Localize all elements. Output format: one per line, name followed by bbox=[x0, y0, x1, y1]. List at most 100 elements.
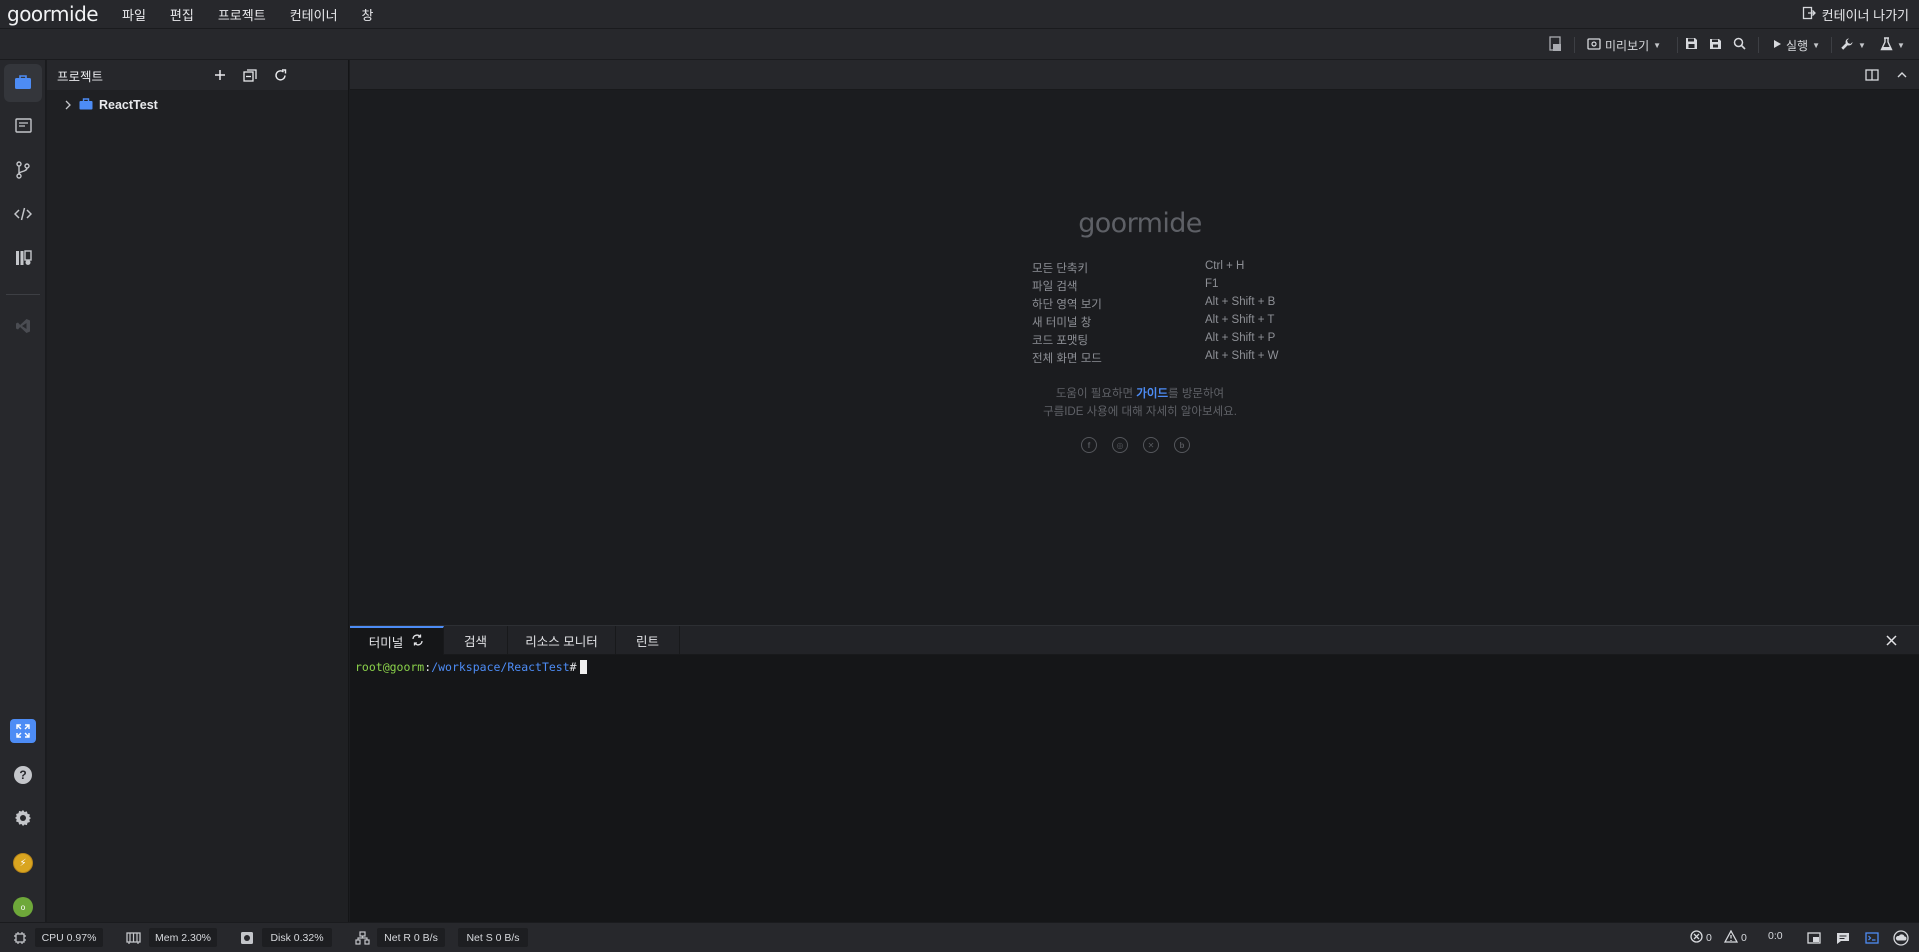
chevron-up-icon[interactable] bbox=[1896, 69, 1908, 84]
tab-label: 리소스 모니터 bbox=[525, 635, 598, 649]
test-tools-button[interactable]: ▼ bbox=[1880, 34, 1905, 56]
tree-item-reacttest[interactable]: ReactTest bbox=[63, 95, 158, 115]
activity-project[interactable] bbox=[4, 64, 42, 102]
activity-user[interactable]: o bbox=[4, 888, 42, 926]
save-button[interactable] bbox=[1685, 34, 1698, 56]
terminal-path: /workspace/ReactTest bbox=[431, 660, 570, 674]
menu-edit[interactable]: 편집 bbox=[158, 0, 206, 29]
shortcut-label: 하단 영역 보기 bbox=[1032, 299, 1102, 311]
guide-link[interactable]: 가이드 bbox=[1136, 388, 1168, 400]
play-icon bbox=[1772, 38, 1782, 52]
warning-count[interactable]: 0 bbox=[1723, 929, 1747, 946]
panel-tab-bar: 터미널 검색 리소스 모니터 린트 bbox=[350, 626, 1919, 655]
shortcut-keys: Alt + Shift + P bbox=[1205, 332, 1276, 344]
tab-resource-monitor[interactable]: 리소스 모니터 bbox=[508, 626, 616, 655]
sync-icon[interactable] bbox=[411, 634, 424, 649]
wrench-icon bbox=[1840, 37, 1854, 54]
collapse-all-icon[interactable] bbox=[242, 67, 258, 83]
layout-icon[interactable] bbox=[1806, 930, 1822, 946]
expand-icon bbox=[10, 719, 36, 743]
coin-icon: ⚡ bbox=[13, 853, 33, 873]
instagram-icon[interactable]: ◎ bbox=[1112, 437, 1128, 453]
memory-icon bbox=[125, 930, 141, 946]
terminal-toggle-icon[interactable] bbox=[1864, 930, 1880, 946]
activity-expand[interactable] bbox=[4, 712, 42, 750]
add-icon[interactable] bbox=[212, 67, 228, 83]
memory-usage: Mem 2.30% bbox=[149, 928, 217, 947]
cloud-icon[interactable] bbox=[1893, 930, 1909, 946]
search-icon bbox=[1733, 37, 1746, 53]
activity-help[interactable]: ? bbox=[4, 756, 42, 794]
help-suffix: 를 방문하여 bbox=[1168, 388, 1225, 400]
tab-search[interactable]: 검색 bbox=[444, 626, 508, 655]
activity-code[interactable] bbox=[4, 196, 42, 234]
status-bar: CPU 0.97% Mem 2.30% Disk 0.32% Net R 0 B… bbox=[0, 922, 1919, 952]
blog-icon[interactable]: b bbox=[1174, 437, 1190, 453]
chevron-down-icon: ▼ bbox=[1812, 40, 1821, 50]
welcome-logo: goormide bbox=[1078, 208, 1202, 239]
build-tools-button[interactable]: ▼ bbox=[1840, 34, 1866, 56]
search-button[interactable] bbox=[1733, 34, 1746, 56]
help-prefix: 도움이 필요하면 bbox=[1055, 388, 1137, 400]
help-icon: ? bbox=[14, 766, 32, 784]
avatar: o bbox=[13, 897, 33, 917]
shortcut-label: 새 터미널 창 bbox=[1032, 317, 1092, 329]
activity-library[interactable] bbox=[4, 240, 42, 278]
refresh-icon[interactable] bbox=[272, 67, 288, 83]
shortcut-row: 파일 검색 F1 bbox=[1032, 278, 1332, 296]
activity-settings[interactable] bbox=[4, 800, 42, 838]
editor-area: goormide 모든 단축키 Ctrl + H 파일 검색 F1 하단 영역 보기… bbox=[350, 60, 1919, 625]
file-manager-button[interactable] bbox=[1549, 34, 1563, 56]
activity-vscode[interactable] bbox=[4, 308, 42, 346]
save-all-button[interactable] bbox=[1709, 34, 1723, 56]
menu-project[interactable]: 프로젝트 bbox=[206, 0, 278, 29]
disk-usage: Disk 0.32% bbox=[262, 928, 332, 947]
shortcut-list: 모든 단축키 Ctrl + H 파일 검색 F1 하단 영역 보기 Alt + Shi… bbox=[1032, 260, 1332, 368]
shortcut-label: 전체 화면 모드 bbox=[1032, 353, 1102, 365]
vscode-icon bbox=[15, 318, 31, 337]
net-receive: Net R 0 B/s bbox=[377, 928, 445, 947]
activity-points[interactable]: ⚡ bbox=[4, 844, 42, 882]
code-icon bbox=[13, 207, 33, 224]
activity-editor-tabs[interactable] bbox=[4, 108, 42, 146]
menu-window[interactable]: 창 bbox=[350, 0, 386, 29]
explorer-header: 프로젝트 bbox=[47, 60, 348, 90]
gear-icon bbox=[14, 809, 32, 830]
preview-button[interactable]: 미리보기 ▼ bbox=[1587, 34, 1661, 56]
shortcut-row: 전체 화면 모드 Alt + Shift + W bbox=[1032, 350, 1332, 368]
warning-icon bbox=[1723, 929, 1739, 946]
chevron-down-icon: ▼ bbox=[1897, 40, 1905, 50]
run-button[interactable]: 실행 ▼ bbox=[1772, 34, 1820, 56]
cursor-position[interactable]: 0:0 bbox=[1768, 930, 1783, 942]
bottom-panel: 터미널 검색 리소스 모니터 린트 root@goorm:/workspace/… bbox=[350, 625, 1919, 922]
tab-lint[interactable]: 린트 bbox=[616, 626, 680, 655]
toolbar: 미리보기 ▼ 실행 ▼ ▼ ▼ bbox=[0, 29, 1919, 60]
activity-git[interactable] bbox=[4, 152, 42, 190]
split-layout-icon[interactable] bbox=[1865, 69, 1879, 84]
flask-icon bbox=[1880, 36, 1893, 54]
menu-container[interactable]: 컨테이너 bbox=[278, 0, 350, 29]
shortcut-keys: Ctrl + H bbox=[1205, 260, 1245, 272]
shortcut-row: 코드 포맷팅 Alt + Shift + P bbox=[1032, 332, 1332, 350]
close-icon[interactable] bbox=[1883, 632, 1899, 648]
cpu-icon bbox=[12, 930, 28, 946]
menu-file[interactable]: 파일 bbox=[110, 0, 158, 29]
facebook-icon[interactable]: f bbox=[1081, 437, 1097, 453]
error-count[interactable]: 0 bbox=[1690, 930, 1712, 946]
social-links: f ◎ ✕ b bbox=[1081, 437, 1190, 453]
chat-icon[interactable] bbox=[1835, 930, 1851, 946]
shortcut-keys: Alt + Shift + W bbox=[1205, 350, 1279, 362]
terminal-output[interactable]: root@goorm:/workspace/ReactTest# bbox=[355, 659, 587, 675]
chevron-right-icon[interactable] bbox=[63, 98, 73, 113]
exit-container-label: 컨테이너 나가기 bbox=[1821, 8, 1909, 23]
activity-bar: ? ⚡ o bbox=[0, 60, 46, 922]
exit-container-button[interactable]: 컨테이너 나가기 bbox=[1802, 0, 1909, 29]
shortcut-keys: Alt + Shift + T bbox=[1205, 314, 1275, 326]
x-icon[interactable]: ✕ bbox=[1143, 437, 1159, 453]
project-folder-icon bbox=[79, 97, 93, 113]
editor-tab-bar bbox=[350, 60, 1919, 90]
tab-terminal[interactable]: 터미널 bbox=[350, 626, 444, 655]
shortcut-keys: F1 bbox=[1205, 278, 1219, 290]
library-icon bbox=[15, 249, 32, 269]
network-icon bbox=[354, 930, 370, 946]
